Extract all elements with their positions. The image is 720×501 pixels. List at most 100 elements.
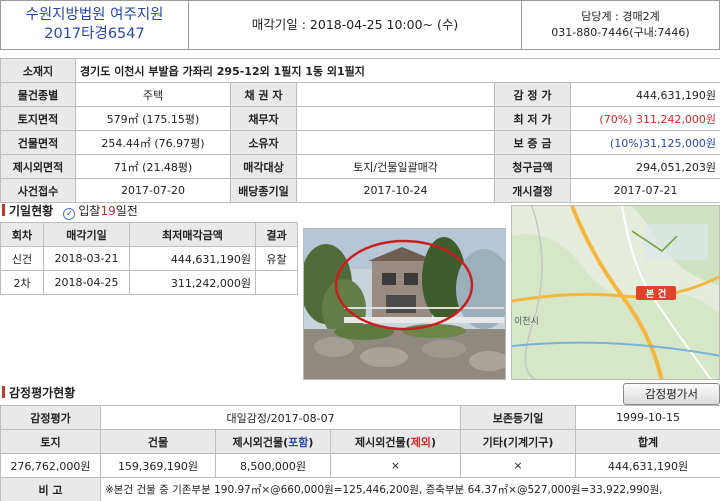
label-building-area: 건물면적 xyxy=(0,130,76,155)
value-building-area: 254.44㎡ (76.97평) xyxy=(75,130,231,155)
history-header-row: 회차 매각기일 최저매각금액 결과 xyxy=(0,222,298,247)
history-section-title: 기일현황 ✓ 입찰19일전 xyxy=(2,203,138,220)
bid-countdown: ✓ 입찰19일전 xyxy=(63,204,138,220)
col-extra-included-post: ) xyxy=(308,435,314,449)
property-photo[interactable] xyxy=(303,228,506,380)
cell-price: 311,242,000원 xyxy=(129,270,256,295)
appraisal-report-button[interactable]: 감정평가서 xyxy=(623,383,720,405)
label-appraisal: 감정평가 xyxy=(0,405,101,430)
section-bullet-icon xyxy=(2,386,5,398)
value-commencement: 2017-07-21 xyxy=(569,178,720,203)
col-extra-excluded-highlight: 제외 xyxy=(410,435,431,449)
value-appraisal: 대일감정/2017-08-07 xyxy=(99,405,462,430)
col-sale-date: 매각기일 xyxy=(43,222,130,247)
address-value: 경기도 이천시 부발읍 가좌리 295-12외 1필지 1동 외1필지 xyxy=(74,58,720,83)
value-dividend-deadline: 2017-10-24 xyxy=(296,178,495,203)
value-case-received: 2017-07-20 xyxy=(75,178,231,203)
label-sale-target: 매각대상 xyxy=(230,154,297,179)
value-creditor xyxy=(296,82,495,107)
label-deposit: 보 증 금 xyxy=(494,130,571,155)
label-debtor: 채무자 xyxy=(230,106,297,131)
case-header: 수원지방법원 여주지원 2017타경6547 매각기일 : 2018-04-25… xyxy=(0,0,720,50)
check-circle-icon: ✓ xyxy=(63,208,76,220)
label-minimum-price: 최 저 가 xyxy=(494,106,571,131)
court-name: 수원지방법원 여주지원 xyxy=(25,7,164,23)
col-extra-included: 제시외건물(포함) xyxy=(215,429,331,454)
value-appraised-price: 444,631,190원 xyxy=(569,82,720,107)
label-commencement: 개시결정 xyxy=(494,178,571,203)
history-title: 기일현황 xyxy=(9,204,54,218)
col-minimum-price: 최저매각금액 xyxy=(129,222,256,247)
cell-round: 2차 xyxy=(0,270,44,295)
cell-land: 276,762,000원 xyxy=(0,453,101,478)
col-extra-included-highlight: 포함 xyxy=(288,435,309,449)
phone: 031-880-7446(구내:7446) xyxy=(551,26,690,39)
col-extra-excluded-pre: 제시외건물( xyxy=(355,435,411,449)
countdown-suffix: 일전 xyxy=(115,204,138,218)
cell-extra-excluded: × xyxy=(329,453,462,478)
col-building: 건물 xyxy=(100,429,216,454)
value-debtor xyxy=(296,106,495,131)
col-extra-included-pre: 제시외건물( xyxy=(232,435,289,449)
map-label-city: 이천시 xyxy=(514,316,539,327)
cell-total: 444,631,190원 xyxy=(575,453,720,478)
col-other: 기타(기계기구) xyxy=(460,429,577,454)
label-creditor: 채 권 자 xyxy=(230,82,297,107)
appraisal-value-row: 276,762,000원 159,369,190원 8,500,000원 × ×… xyxy=(0,453,720,478)
cell-date: 2018-03-21 xyxy=(43,246,130,271)
value-land-area: 579㎡ (175.15평) xyxy=(75,106,231,131)
case-number: 2017타경6547 xyxy=(44,26,145,42)
info-row: 사건접수 2017-07-20 배당종기일 2017-10-24 개시결정 20… xyxy=(0,178,720,203)
value-claim-amount: 294,051,203원 xyxy=(569,154,720,179)
section-bullet-icon xyxy=(2,204,5,216)
appraisal-table: 감정평가 대일감정/2017-08-07 보존등기일 1999-10-15 토지… xyxy=(0,405,720,501)
appraisal-note-row: 비 고 ※본건 건물 중 기존부분 190.97㎡×@660,000원=125,… xyxy=(0,477,720,501)
value-note: ※본건 건물 중 기존부분 190.97㎡×@660,000원=125,446,… xyxy=(99,477,720,501)
label-dividend-deadline: 배당종기일 xyxy=(230,178,297,203)
map-image: 이천시 본 건 xyxy=(512,206,719,379)
property-info-table: 소재지 경기도 이천시 부발읍 가좌리 295-12외 1필지 1동 외1필지 … xyxy=(0,58,720,203)
cell-result: 유찰 xyxy=(255,246,298,271)
value-registration-date: 1999-10-15 xyxy=(575,405,720,430)
appraisal-header-row: 토지 건물 제시외건물(포함) 제시외건물(제외) 기타(기계기구) 합계 xyxy=(0,429,720,454)
cell-other: × xyxy=(460,453,577,478)
value-minimum-price: (70%) 311,242,000원 xyxy=(569,106,720,131)
label-land-area: 토지면적 xyxy=(0,106,76,131)
label-note: 비 고 xyxy=(0,477,101,501)
label-owner: 소유자 xyxy=(230,130,297,155)
auction-history-table: 회차 매각기일 최저매각금액 결과 신건 2018-03-21 444,631,… xyxy=(0,222,298,295)
house-photo-image xyxy=(304,229,505,379)
department: 담당계 : 경매2계 xyxy=(581,10,660,23)
countdown-prefix: 입찰 xyxy=(78,204,101,218)
value-sale-target: 토지/건물일괄매각 xyxy=(296,154,495,179)
contact-info: 담당계 : 경매2계 031-880-7446(구내:7446) xyxy=(521,1,719,49)
col-result: 결과 xyxy=(255,222,298,247)
label-case-received: 사건접수 xyxy=(0,178,76,203)
info-row: 제시외면적 71㎡ (21.48평) 매각대상 토지/건물일괄매각 청구금액 2… xyxy=(0,154,720,179)
cell-result xyxy=(255,270,298,295)
appraisal-title: 감정평가현황 xyxy=(9,386,76,400)
location-map[interactable]: 이천시 본 건 xyxy=(511,205,720,380)
label-claim-amount: 청구금액 xyxy=(494,154,571,179)
address-row: 소재지 경기도 이천시 부발읍 가좌리 295-12외 1필지 1동 외1필지 xyxy=(0,58,720,83)
label-extra-area: 제시외면적 xyxy=(0,154,76,179)
sale-date: 매각기일 : 2018-04-25 10:00~ (수) xyxy=(251,17,459,32)
info-row: 건물면적 254.44㎡ (76.97평) 소유자 보 증 금 (10%)31,… xyxy=(0,130,720,155)
cell-price: 444,631,190원 xyxy=(129,246,256,271)
appraisal-section-title: 감정평가현황 xyxy=(2,385,75,401)
col-round: 회차 xyxy=(0,222,44,247)
info-row: 물건종별 주택 채 권 자 감 정 가 444,631,190원 xyxy=(0,82,720,107)
address-label: 소재지 xyxy=(0,58,76,83)
value-extra-area: 71㎡ (21.48평) xyxy=(75,154,231,179)
value-deposit: (10%)31,125,000원 xyxy=(569,130,720,155)
label-property-type: 물건종별 xyxy=(0,82,76,107)
label-registration-date: 보존등기일 xyxy=(460,405,577,430)
appraisal-summary-row: 감정평가 대일감정/2017-08-07 보존등기일 1999-10-15 xyxy=(0,405,720,430)
value-owner xyxy=(296,130,495,155)
col-extra-excluded-post: ) xyxy=(430,435,436,449)
col-total: 합계 xyxy=(575,429,720,454)
court-title: 수원지방법원 여주지원 2017타경6547 xyxy=(1,1,189,49)
col-land: 토지 xyxy=(0,429,101,454)
map-marker-label: 본 건 xyxy=(646,288,667,300)
cell-date: 2018-04-25 xyxy=(43,270,130,295)
